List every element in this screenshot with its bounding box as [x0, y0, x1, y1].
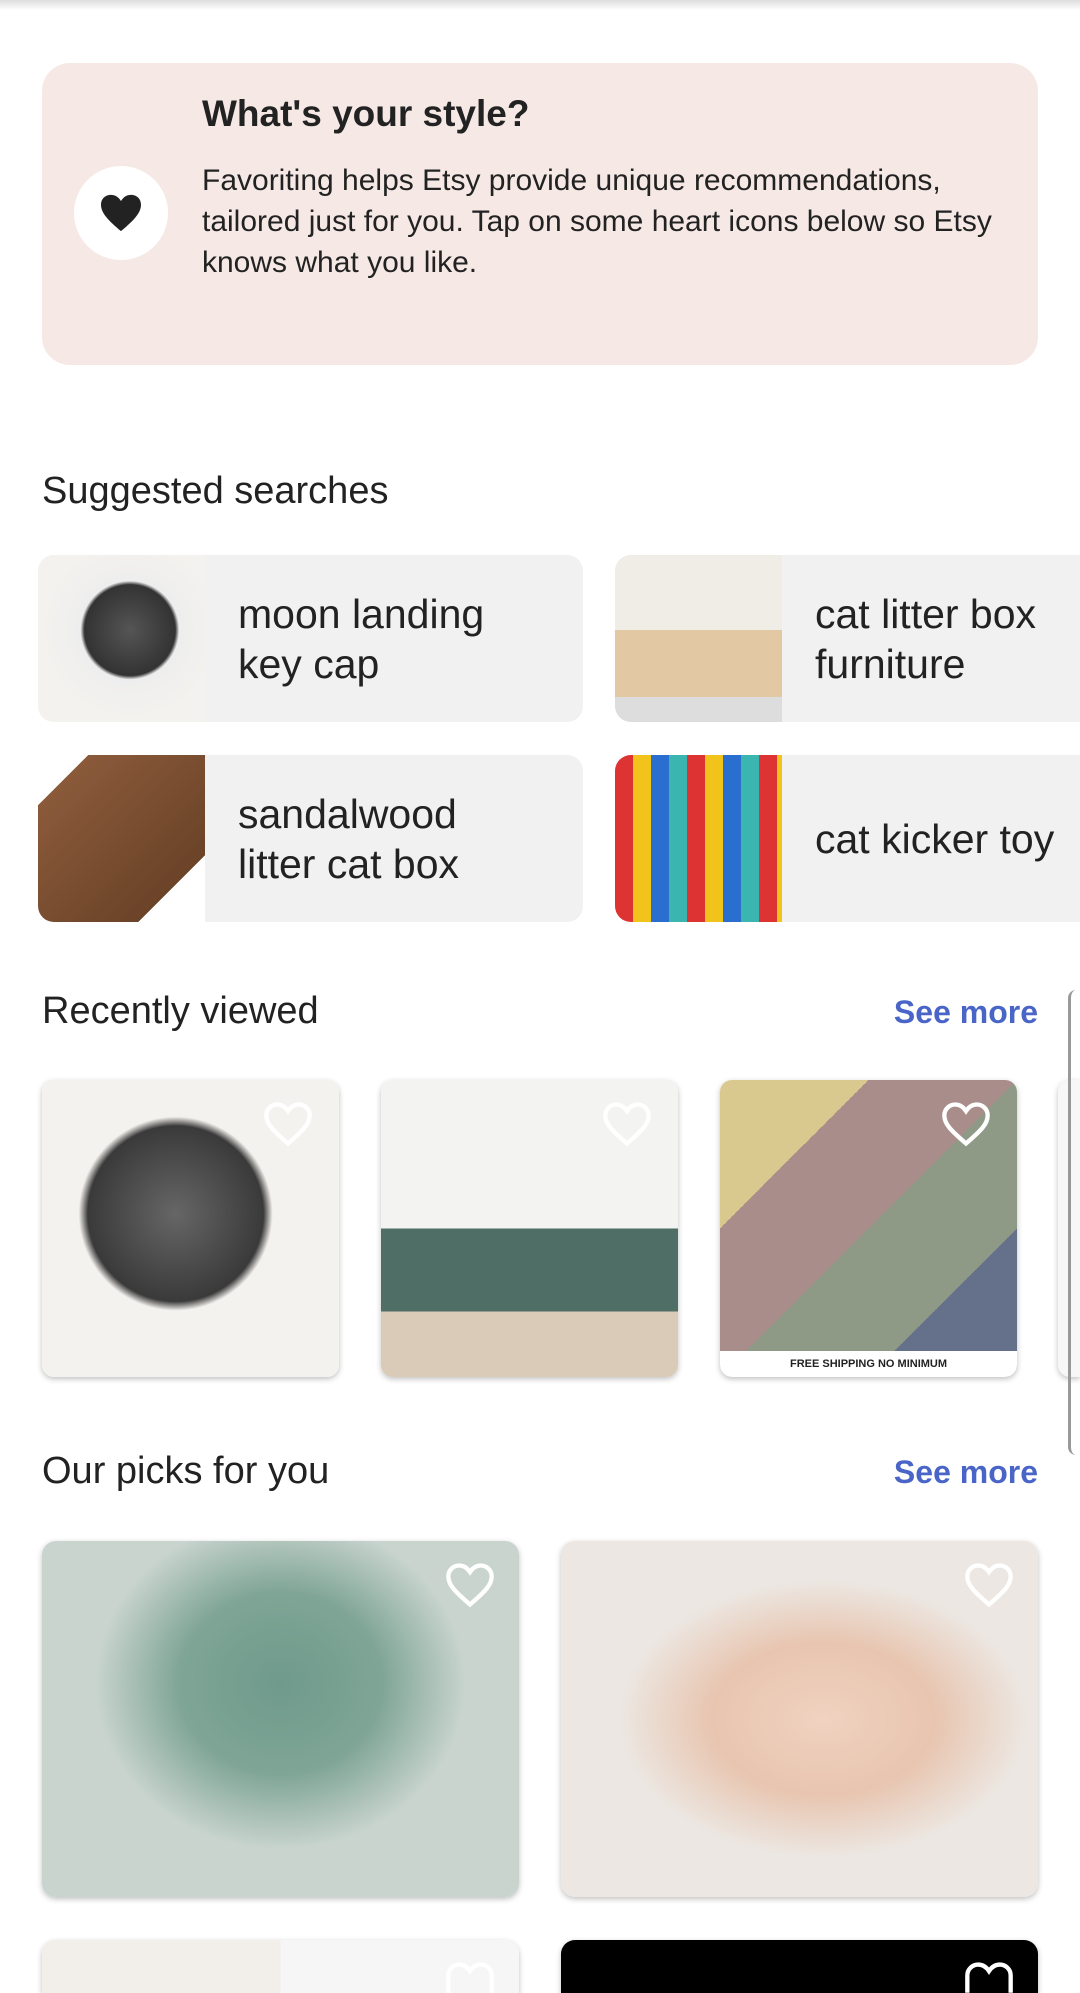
section-title-recent: Recently viewed: [42, 990, 319, 1032]
suggested-search-card[interactable]: cat kicker toy: [615, 755, 1080, 922]
favorite-heart-icon[interactable]: [444, 1960, 496, 1993]
favorite-heart-icon[interactable]: [601, 1100, 653, 1148]
banner-title: What's your style?: [202, 93, 530, 134]
recent-see-more-link[interactable]: See more: [894, 994, 1038, 1031]
pick-item-card[interactable]: [42, 1541, 519, 1897]
heart-filled-icon: [74, 166, 168, 260]
search-thumbnail: [615, 555, 782, 722]
product-caption: FREE SHIPPING NO MINIMUM: [720, 1351, 1017, 1377]
search-label: cat kicker toy: [815, 815, 1055, 862]
search-label: moon landing key cap: [238, 590, 485, 687]
section-title-picks: Our picks for you: [42, 1450, 330, 1492]
top-bar-shadow: [0, 0, 1080, 10]
picks-see-more-link[interactable]: See more: [894, 1454, 1038, 1491]
search-thumbnail: [615, 755, 782, 922]
banner-body: Favoriting helps Etsy provide unique rec…: [202, 164, 992, 279]
section-title-suggested: Suggested searches: [42, 470, 389, 512]
favorite-heart-icon[interactable]: [444, 1561, 496, 1609]
recent-item-card[interactable]: [381, 1080, 678, 1377]
search-label: sandalwood litter cat box: [238, 790, 460, 887]
style-banner: What's your style? Favoriting helps Etsy…: [42, 63, 1038, 365]
favorite-heart-icon[interactable]: [262, 1100, 314, 1148]
pick-item-card[interactable]: [561, 1940, 1038, 1993]
favorite-heart-icon[interactable]: [940, 1100, 992, 1148]
recent-item-card[interactable]: FREE SHIPPING NO MINIMUM: [720, 1080, 1017, 1377]
pick-item-card[interactable]: [42, 1940, 519, 1993]
search-thumbnail: [38, 555, 205, 722]
search-thumbnail: [38, 755, 205, 922]
horizontal-scroll-indicator: [1068, 990, 1080, 1455]
recent-item-card[interactable]: [42, 1080, 339, 1377]
suggested-search-card[interactable]: cat litter box furniture: [615, 555, 1080, 722]
favorite-heart-icon[interactable]: [963, 1561, 1015, 1609]
pick-item-card[interactable]: [561, 1541, 1038, 1897]
favorite-heart-icon[interactable]: [963, 1960, 1015, 1993]
suggested-search-card[interactable]: sandalwood litter cat box: [38, 755, 583, 922]
search-label: cat litter box furniture: [815, 590, 1037, 687]
suggested-search-card[interactable]: moon landing key cap: [38, 555, 583, 722]
